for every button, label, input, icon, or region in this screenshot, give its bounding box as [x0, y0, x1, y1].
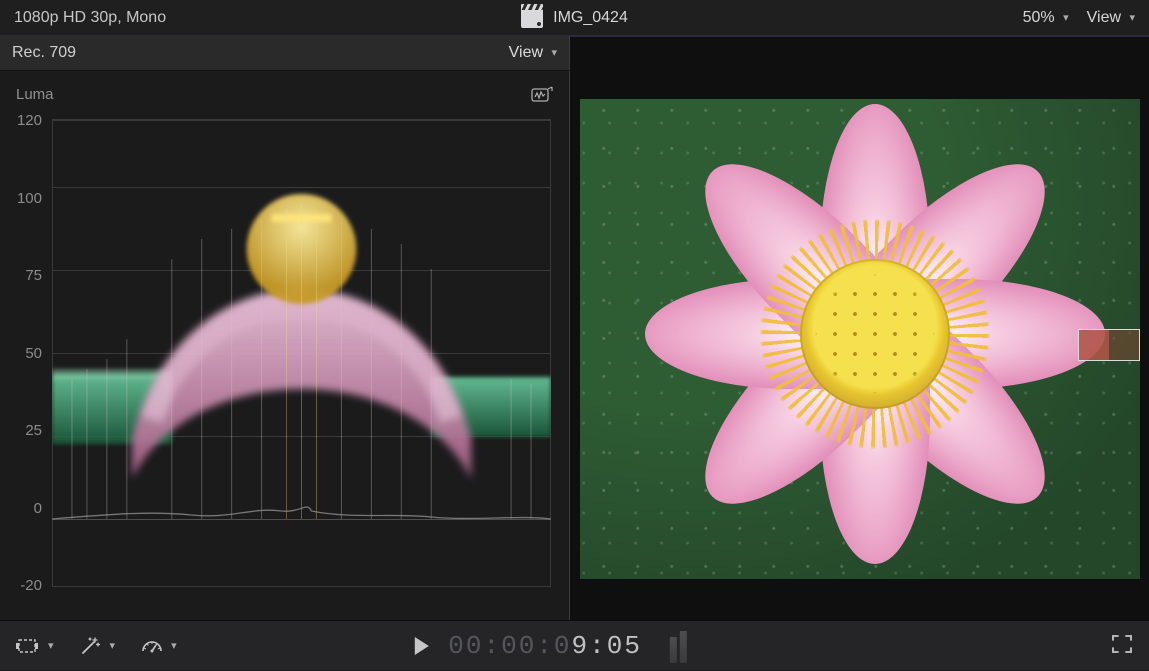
y-tick-label: 120	[10, 113, 48, 128]
color-standard-dropdown[interactable]: Rec. 709	[12, 44, 509, 62]
enhance-wand-icon	[80, 636, 102, 656]
waveform-trace	[52, 119, 551, 587]
play-icon	[412, 636, 430, 656]
play-button[interactable]	[412, 636, 430, 656]
chevron-down-icon: ▾	[110, 639, 116, 652]
y-tick-label: 75	[10, 268, 48, 283]
chevron-down-icon: ▾	[171, 639, 177, 652]
fullscreen-button[interactable]	[1111, 634, 1133, 657]
retime-tool-dropdown[interactable]: ▾	[141, 637, 177, 655]
y-tick-label: -20	[10, 578, 48, 593]
scopes-header: Rec. 709 View ▾	[0, 36, 570, 71]
viewer-canvas-area	[570, 36, 1149, 620]
timecode-active: 9:05	[572, 631, 642, 661]
zoom-label: 50%	[1023, 9, 1055, 26]
view-label: View	[1087, 9, 1121, 26]
scopes-view-label: View	[509, 44, 543, 61]
chevron-down-icon: ▾	[48, 639, 54, 652]
fullscreen-icon	[1111, 634, 1133, 654]
y-tick-label: 100	[10, 191, 48, 206]
retime-dial-icon	[141, 637, 163, 655]
view-dropdown[interactable]: View ▾	[1087, 9, 1135, 27]
chevron-down-icon: ▾	[1063, 11, 1069, 24]
color-sample-overlay[interactable]	[1078, 329, 1140, 361]
y-tick-label: 25	[10, 423, 48, 438]
timecode-display[interactable]: 00:00:09:05	[448, 631, 642, 661]
y-tick-label: 0	[10, 501, 48, 516]
enhance-tool-dropdown[interactable]: ▾	[80, 636, 116, 656]
viewer-bottom-toolbar: ▾ ▾ ▾ 00:00:09:05	[0, 620, 1149, 670]
scope-settings-icon[interactable]	[531, 85, 553, 103]
color-standard-label: Rec. 709	[12, 44, 76, 61]
luma-waveform-scope: 120 100 75 50 25 0 -20	[8, 113, 557, 593]
video-frame[interactable]	[580, 99, 1140, 579]
zoom-dropdown[interactable]: 50% ▾	[1023, 9, 1069, 27]
chevron-down-icon: ▾	[1129, 11, 1135, 24]
luma-y-axis: 120 100 75 50 25 0 -20	[8, 113, 48, 593]
clip-name: IMG_0424	[553, 9, 628, 27]
trim-tool-dropdown[interactable]: ▾	[16, 637, 54, 655]
clip-format-label: 1080p HD 30p, Mono	[14, 9, 166, 27]
viewer-top-bar: 1080p HD 30p, Mono IMG_0424 50% ▾ View ▾	[0, 0, 1149, 36]
y-tick-label: 50	[10, 346, 48, 361]
audio-meters	[670, 629, 692, 663]
timecode-dim: 00:00:0	[448, 631, 571, 661]
scope-title: Luma	[16, 86, 54, 103]
scopes-panel: Luma 120 100 75 50 25 0 -20	[0, 71, 570, 620]
scopes-view-dropdown[interactable]: View ▾	[509, 44, 557, 62]
flower-image	[610, 99, 1140, 579]
chevron-down-icon: ▾	[551, 46, 557, 59]
trim-tool-icon	[16, 637, 40, 655]
clapperboard-icon	[521, 8, 543, 28]
